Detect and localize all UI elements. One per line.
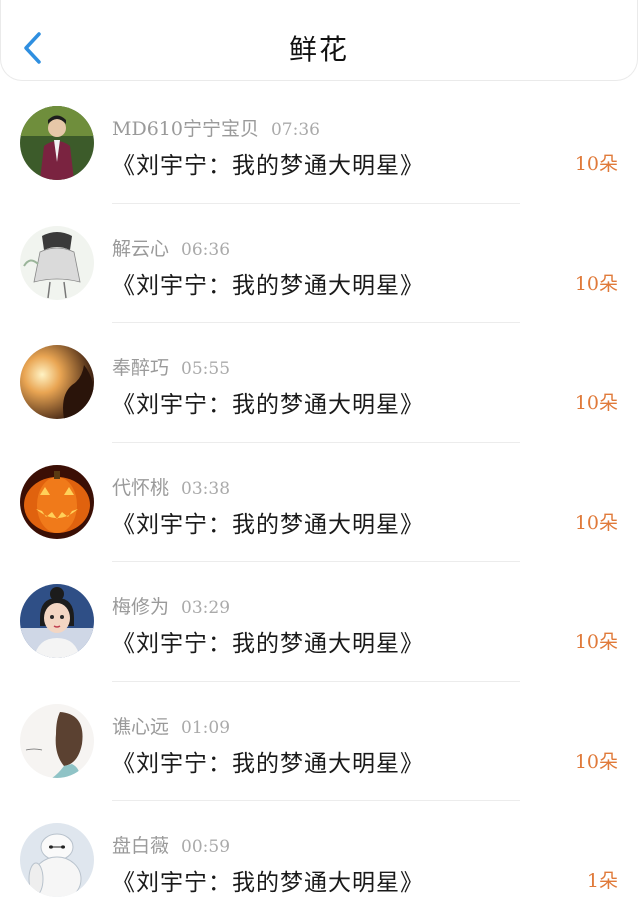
sender-name[interactable]: 奉醉巧 [112, 357, 169, 379]
flower-count: 1朵 [586, 870, 618, 892]
sender-line: 盘白薇 00:59 [112, 831, 230, 858]
avatar[interactable] [20, 464, 94, 539]
sender-name[interactable]: MD610宁宁宝贝 [112, 118, 259, 140]
sender-name[interactable]: 盘白薇 [112, 835, 169, 857]
sender-line: 梅修为 03:29 [112, 592, 230, 619]
book-title[interactable]: 《刘宇宁：我的梦通大明星》 [112, 266, 424, 300]
flower-count: 10朵 [574, 631, 618, 653]
timestamp: 03:29 [181, 598, 231, 618]
flower-gift-list: MD610宁宁宝贝 07:36 《刘宇宁：我的梦通大明星》 10朵 解云心 06:3… [0, 84, 640, 921]
timestamp: 06:36 [181, 239, 231, 260]
sender-line: 代怀桃 03:38 [112, 473, 230, 500]
sender-line: MD610宁宁宝贝 07:36 [112, 114, 320, 141]
timestamp: 07:36 [270, 120, 320, 140]
timestamp: 00:59 [181, 837, 231, 857]
book-title[interactable]: 《刘宇宁：我的梦通大明星》 [112, 624, 424, 658]
sender-name[interactable]: 谯心远 [112, 716, 169, 738]
flower-count: 10朵 [574, 750, 618, 773]
avatar[interactable] [20, 584, 94, 658]
book-title[interactable]: 《刘宇宁：我的梦通大明星》 [112, 146, 424, 180]
sender-line: 解云心 06:36 [112, 234, 230, 261]
list-item[interactable]: 奉醉巧 05:55 《刘宇宁：我的梦通大明星》 10朵 [0, 323, 640, 443]
list-item[interactable]: 谯心远 01:09 《刘宇宁：我的梦通大明星》 10朵 [0, 682, 640, 801]
sender-name[interactable]: 代怀桃 [112, 477, 169, 499]
flower-count: 10朵 [574, 272, 618, 295]
avatar[interactable] [20, 345, 94, 419]
book-title[interactable]: 《刘宇宁：我的梦通大明星》 [112, 863, 424, 897]
timestamp: 01:09 [181, 717, 231, 738]
book-title[interactable]: 《刘宇宁：我的梦通大明星》 [112, 744, 424, 778]
avatar[interactable] [20, 106, 94, 180]
sender-name[interactable]: 解云心 [112, 238, 169, 260]
book-title[interactable]: 《刘宇宁：我的梦通大明星》 [112, 385, 424, 419]
avatar[interactable] [20, 225, 94, 300]
page-title: 鲜花 [288, 33, 349, 66]
sender-name[interactable]: 梅修为 [112, 596, 169, 618]
sender-line: 谯心远 01:09 [112, 712, 230, 739]
list-item[interactable]: 代怀桃 03:38 《刘宇宁：我的梦通大明星》 10朵 [0, 443, 640, 562]
list-item[interactable]: MD610宁宁宝贝 07:36 《刘宇宁：我的梦通大明星》 10朵 [0, 84, 640, 204]
list-item[interactable]: 盘白薇 00:59 《刘宇宁：我的梦通大明星》 1朵 [0, 801, 640, 921]
list-item[interactable]: 梅修为 03:29 《刘宇宁：我的梦通大明星》 10朵 [0, 562, 640, 682]
avatar[interactable] [20, 703, 94, 778]
list-item[interactable]: 解云心 06:36 《刘宇宁：我的梦通大明星》 10朵 [0, 204, 640, 323]
avatar[interactable] [20, 823, 94, 897]
flower-count: 10朵 [574, 392, 618, 414]
sender-line: 奉醉巧 05:55 [112, 353, 230, 380]
timestamp: 03:38 [181, 478, 231, 499]
top-bar: 鲜花 [0, 0, 638, 81]
timestamp: 05:55 [181, 359, 231, 379]
book-title[interactable]: 《刘宇宁：我的梦通大明星》 [112, 505, 424, 539]
flower-count: 10朵 [574, 153, 618, 175]
flower-count: 10朵 [574, 511, 618, 534]
